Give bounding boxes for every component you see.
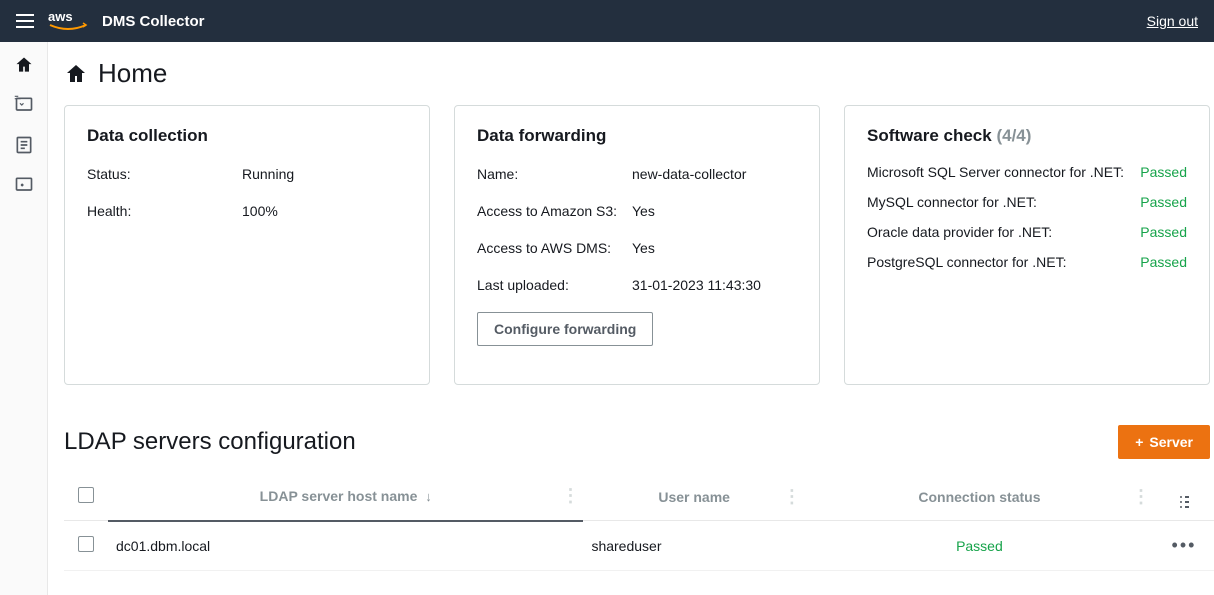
sort-arrow-down-icon: ↓ xyxy=(425,489,432,504)
software-name: Oracle data provider for .NET: xyxy=(867,224,1140,240)
table-row: dc01.dbm.localshareduserPassed ••• xyxy=(64,521,1214,571)
column-host[interactable]: LDAP server host name ↓ ⋮ xyxy=(108,473,583,521)
cell-status: Passed xyxy=(805,521,1154,571)
software-status: Passed xyxy=(1140,254,1187,270)
last-uploaded-label: Last uploaded: xyxy=(477,275,632,296)
configure-forwarding-button[interactable]: Configure forwarding xyxy=(477,312,653,346)
last-uploaded-value: 31-01-2023 11:43:30 xyxy=(632,275,797,296)
top-bar-left: aws DMS Collector xyxy=(16,9,205,33)
software-check-row: Microsoft SQL Server connector for .NET:… xyxy=(867,164,1187,180)
column-divider-icon: ⋮ xyxy=(561,486,579,507)
home-page-icon xyxy=(64,62,88,86)
software-status: Passed xyxy=(1140,224,1187,240)
sidebar xyxy=(0,42,48,595)
hamburger-menu-icon[interactable] xyxy=(16,14,34,28)
column-user[interactable]: User name ⋮ xyxy=(583,473,804,521)
ldap-section-header: LDAP servers configuration + Server xyxy=(64,425,1210,459)
data-collection-card: Data collection Status: Running Health: … xyxy=(64,105,430,385)
plus-icon: + xyxy=(1135,434,1143,450)
svg-text:aws: aws xyxy=(48,9,73,24)
health-value: 100% xyxy=(242,201,407,222)
software-status: Passed xyxy=(1140,194,1187,210)
health-icon[interactable] xyxy=(13,174,35,196)
top-bar: aws DMS Collector Sign out xyxy=(0,0,1214,42)
card-title: Data forwarding xyxy=(477,126,797,146)
software-check-row: PostgreSQL connector for .NET:Passed xyxy=(867,254,1187,270)
s3-access-value: Yes xyxy=(632,201,797,222)
name-value: new-data-collector xyxy=(632,164,797,185)
ldap-table: LDAP server host name ↓ ⋮ User name ⋮ Co… xyxy=(64,473,1214,571)
select-all-checkbox[interactable] xyxy=(78,487,94,503)
column-status[interactable]: Connection status ⋮ xyxy=(805,473,1154,521)
add-server-button[interactable]: + Server xyxy=(1118,425,1210,459)
software-check-row: Oracle data provider for .NET:Passed xyxy=(867,224,1187,240)
column-divider-icon: ⋮ xyxy=(783,486,801,507)
data-forwarding-card: Data forwarding Name: new-data-collector… xyxy=(454,105,820,385)
page-title: Home xyxy=(98,58,167,89)
software-check-title-text: Software check xyxy=(867,126,992,145)
column-divider-icon: ⋮ xyxy=(1132,486,1150,507)
health-label: Health: xyxy=(87,201,242,222)
row-actions-icon[interactable]: ••• xyxy=(1172,535,1197,555)
ldap-section-title: LDAP servers configuration xyxy=(64,428,356,456)
software-status: Passed xyxy=(1140,164,1187,180)
software-name: Microsoft SQL Server connector for .NET: xyxy=(867,164,1140,180)
cards-row: Data collection Status: Running Health: … xyxy=(60,105,1214,385)
add-server-label: Server xyxy=(1149,434,1193,450)
software-name: MySQL connector for .NET: xyxy=(867,194,1140,210)
status-value: Running xyxy=(242,164,407,185)
monitored-objects-icon[interactable] xyxy=(13,94,35,116)
software-check-row: MySQL connector for .NET:Passed xyxy=(867,194,1187,210)
card-title: Software check (4/4) xyxy=(867,126,1187,146)
column-host-label: LDAP server host name xyxy=(260,488,418,504)
main-content: Home Data collection Status: Running Hea… xyxy=(48,42,1214,595)
aws-logo: aws xyxy=(48,9,88,33)
home-icon[interactable] xyxy=(13,54,35,76)
row-checkbox[interactable] xyxy=(78,536,94,552)
app-title: DMS Collector xyxy=(102,13,205,30)
status-label: Status: xyxy=(87,164,242,185)
aws-logo-icon: aws xyxy=(48,9,88,33)
card-title: Data collection xyxy=(87,126,407,146)
column-user-label: User name xyxy=(658,489,730,505)
s3-access-label: Access to Amazon S3: xyxy=(477,201,632,222)
dms-access-label: Access to AWS DMS: xyxy=(477,238,632,259)
page-title-row: Home xyxy=(60,58,1214,89)
columns-settings-icon[interactable] xyxy=(1180,496,1189,508)
software-name: PostgreSQL connector for .NET: xyxy=(867,254,1140,270)
software-check-count: (4/4) xyxy=(996,126,1031,145)
sign-out-link[interactable]: Sign out xyxy=(1147,13,1198,29)
cell-user: shareduser xyxy=(583,521,804,571)
software-check-card: Software check (4/4) Microsoft SQL Serve… xyxy=(844,105,1210,385)
dms-access-value: Yes xyxy=(632,238,797,259)
column-status-label: Connection status xyxy=(918,489,1040,505)
name-label: Name: xyxy=(477,164,632,185)
cell-host: dc01.dbm.local xyxy=(108,521,583,571)
discovery-icon[interactable] xyxy=(13,134,35,156)
